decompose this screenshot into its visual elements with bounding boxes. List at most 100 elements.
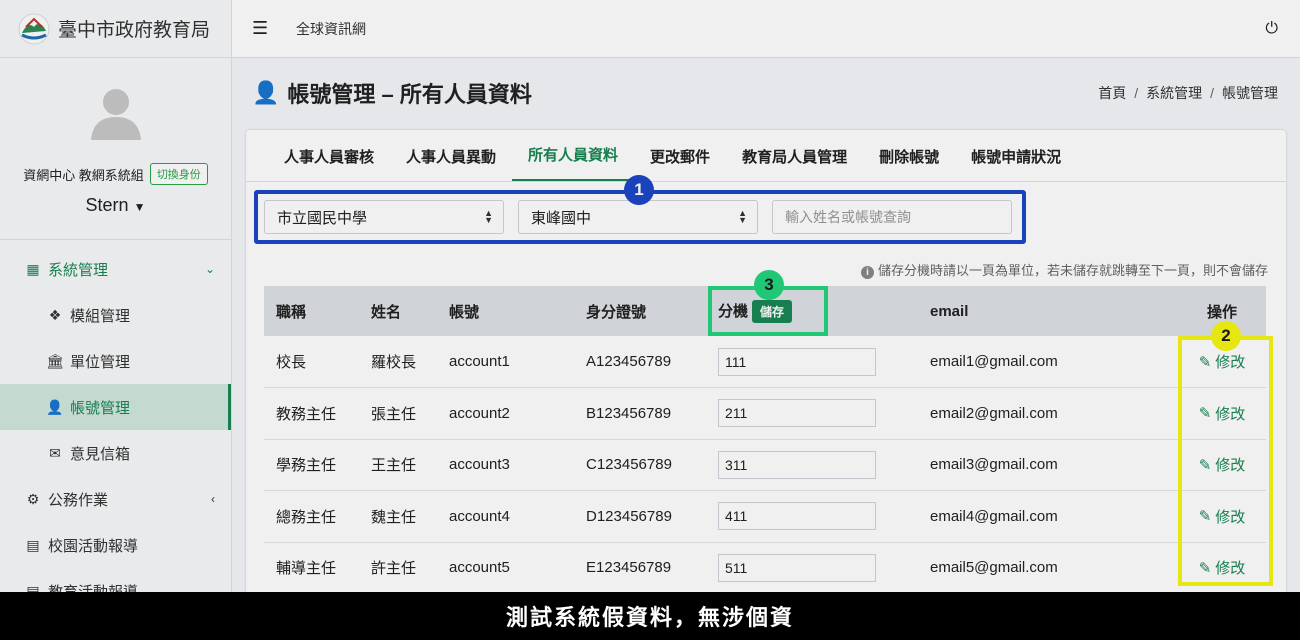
sidebar-item-label: 意見信箱: [70, 445, 131, 463]
caret-down-icon: ▼: [133, 200, 146, 214]
newspaper-icon: ▤: [26, 582, 40, 593]
cell-name: 羅校長: [359, 336, 437, 388]
cell-title: 總務主任: [264, 490, 359, 543]
newspaper-icon: ▤: [26, 536, 40, 553]
breadcrumb-home[interactable]: 首頁: [1098, 85, 1126, 101]
power-icon[interactable]: ⏻: [1265, 20, 1278, 38]
sidebar-item-system-management[interactable]: ▦ 系統管理 ⌄: [0, 246, 231, 292]
col-name: 姓名: [371, 303, 402, 321]
sidebar-item-units[interactable]: 🏛 單位管理: [0, 338, 231, 384]
cell-account: account3: [437, 439, 574, 491]
sidebar-item-official-tasks[interactable]: ⚙ 公務作業 ‹: [0, 476, 231, 522]
cell-title: 輔導主任: [264, 542, 359, 594]
cell-account: account4: [437, 490, 574, 543]
breadcrumb-system[interactable]: 系統管理: [1146, 85, 1202, 101]
chevron-down-icon: ⌄: [204, 262, 215, 276]
sidebar-item-education-reports[interactable]: ▤ 教育活動報導: [0, 568, 231, 593]
school-value: 東峰國中: [531, 209, 592, 227]
cell-id: E123456789: [574, 542, 706, 594]
table-row: 教務主任張主任account2B123456789 email2@gmail.co…: [264, 387, 1266, 440]
cell-email: email2@gmail.com: [918, 387, 1178, 440]
marker-2: 2: [1211, 321, 1241, 351]
gears-icon: ⚙: [26, 490, 40, 507]
city-logo-icon: [18, 13, 50, 44]
select-arrows-icon: ▲ ▼: [484, 208, 493, 225]
cell-account: account2: [437, 387, 574, 440]
avatar: [90, 89, 141, 140]
sidebar-item-label: 公務作業: [48, 491, 109, 509]
main-card: 人事人員審核 人事人員異動 所有人員資料 更改郵件 教育局人員管理 刪除帳號 帳…: [246, 130, 1286, 600]
cell-name: 魏主任: [359, 490, 437, 543]
menu-icon[interactable]: ☰: [252, 18, 272, 39]
tab-application-status[interactable]: 帳號申請狀況: [955, 146, 1077, 181]
table-row: 學務主任王主任account3C123456789 email3@gmail.co…: [264, 439, 1266, 491]
cell-ext: [706, 387, 918, 440]
cell-id: C123456789: [574, 439, 706, 491]
col-account: 帳號: [449, 303, 480, 321]
cell-ext: [706, 336, 918, 388]
cell-email: email5@gmail.com: [918, 542, 1178, 594]
ext-input[interactable]: [718, 450, 876, 479]
sidebar-item-modules[interactable]: ❖ 模組管理: [0, 292, 231, 338]
school-type-value: 市立國民中學: [277, 209, 368, 227]
cell-email: email4@gmail.com: [918, 490, 1178, 543]
sidebar-item-label: 校園活動報導: [48, 537, 139, 555]
col-email: email: [930, 302, 969, 320]
brand[interactable]: 臺中市政府教育局: [0, 0, 231, 58]
cell-id: B123456789: [574, 387, 706, 440]
page-title: 👤 帳號管理 – 所有人員資料: [252, 77, 532, 109]
envelope-open-icon: ✉: [49, 444, 61, 461]
sidebar-item-label: 教育活動報導: [48, 583, 139, 593]
grid-icon: ▦: [26, 260, 40, 277]
global-site-link[interactable]: 全球資訊網: [296, 19, 366, 39]
cell-ext: [706, 439, 918, 491]
tab-all-personnel[interactable]: 所有人員資料: [512, 144, 635, 181]
sidebar-item-accounts[interactable]: 👤 帳號管理: [0, 384, 231, 430]
tab-hr-changes[interactable]: 人事人員異動: [390, 146, 512, 181]
save-notice: i 儲存分機時請以一頁為單位，若未儲存就跳轉至下一頁，則不會儲存: [860, 260, 1268, 279]
sidebar-item-feedback[interactable]: ✉ 意見信箱: [0, 430, 231, 476]
cell-ext: [706, 490, 918, 543]
tab-delete-account[interactable]: 刪除帳號: [863, 146, 955, 181]
ext-input[interactable]: [718, 502, 876, 531]
breadcrumb-current: 帳號管理: [1222, 85, 1278, 101]
school-select[interactable]: 東峰國中 ▲ ▼: [518, 200, 758, 234]
cell-id: D123456789: [574, 490, 706, 543]
disclaimer-banner: 測試系統假資料，無涉個資: [0, 592, 1300, 640]
tab-bureau-staff[interactable]: 教育局人員管理: [726, 146, 863, 181]
action-column-highlight: [1178, 336, 1273, 586]
sidebar-nav: ▦ 系統管理 ⌄ ❖ 模組管理 🏛 單位管理 👤 帳號管理 ✉ 意見信箱 ⚙ 公…: [0, 246, 231, 592]
sidebar-item-label: 系統管理: [48, 261, 109, 279]
user-icon: 👤: [46, 398, 64, 415]
tab-hr-review[interactable]: 人事人員審核: [268, 146, 390, 181]
marker-1: 1: [624, 175, 654, 205]
school-type-select[interactable]: 市立國民中學 ▲ ▼: [264, 200, 504, 234]
table-row: 總務主任魏主任account4D123456789 email4@gmail.co…: [264, 490, 1266, 543]
cell-title: 校長: [264, 336, 359, 388]
ext-input[interactable]: [718, 553, 876, 582]
cubes-icon: ❖: [48, 306, 62, 323]
sidebar-item-campus-reports[interactable]: ▤ 校園活動報導: [0, 522, 231, 568]
tabs: 人事人員審核 人事人員異動 所有人員資料 更改郵件 教育局人員管理 刪除帳號 帳…: [246, 130, 1286, 182]
user-menu[interactable]: Stern ▼: [0, 195, 231, 216]
sidebar-item-label: 帳號管理: [70, 399, 131, 417]
cell-ext: [706, 542, 918, 594]
user-icon: 👤: [252, 80, 280, 105]
cell-email: email1@gmail.com: [918, 336, 1178, 388]
cell-title: 教務主任: [264, 387, 359, 440]
table-row: 輔導主任許主任account5E123456789 email5@gmail.co…: [264, 542, 1266, 594]
user-name: Stern: [85, 195, 129, 215]
ext-input[interactable]: [718, 347, 876, 376]
chevron-left-icon: ‹: [211, 492, 215, 506]
page-title-text: 帳號管理 – 所有人員資料: [287, 82, 532, 107]
cell-name: 許主任: [359, 542, 437, 594]
switch-identity-button[interactable]: 切換身份: [149, 163, 208, 185]
ext-input[interactable]: [718, 399, 876, 428]
cell-id: A123456789: [574, 336, 706, 388]
sidebar-item-label: 模組管理: [70, 307, 131, 325]
sidebar: 臺中市政府教育局 資網中心 教網系統組 切換身份 Stern ▼ ▦ 系統管理 …: [0, 0, 232, 592]
search-input[interactable]: [772, 200, 1012, 234]
tab-change-email[interactable]: 更改郵件: [634, 146, 726, 181]
topbar: ☰ 全球資訊網 ⏻: [232, 0, 1300, 58]
notice-text: 儲存分機時請以一頁為單位，若未儲存就跳轉至下一頁，則不會儲存: [877, 263, 1268, 278]
